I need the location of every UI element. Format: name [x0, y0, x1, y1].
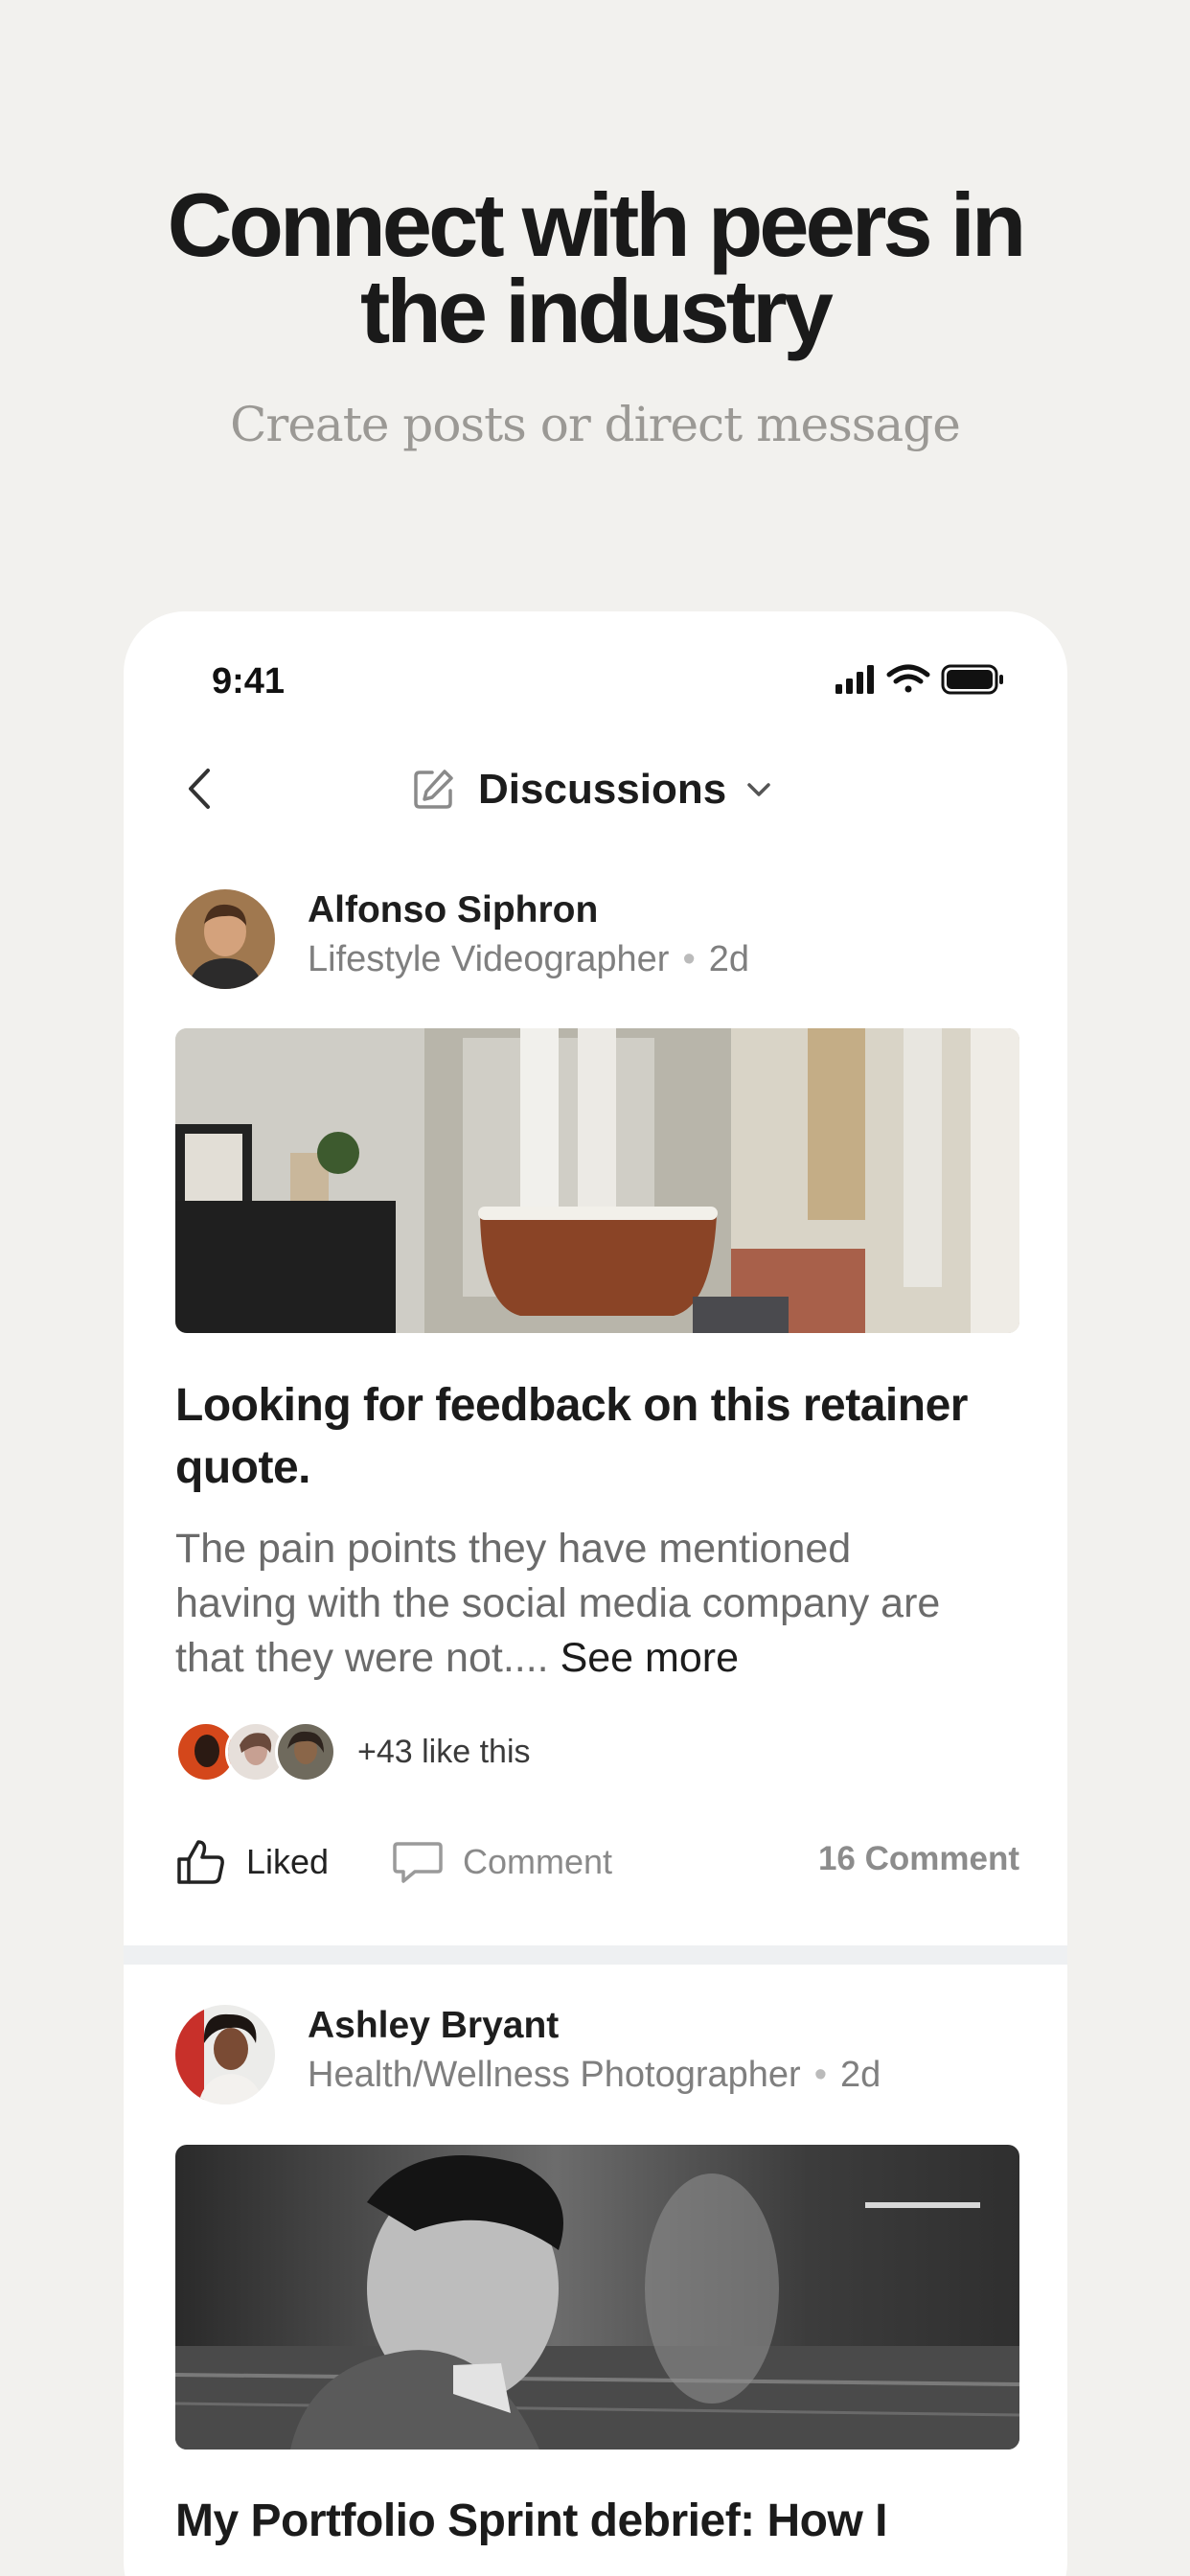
discussions-dropdown[interactable]: Discussions	[411, 755, 772, 824]
post-body: The pain points they have mentioned havi…	[175, 1522, 1019, 1686]
meta-separator: •	[813, 2055, 828, 2095]
back-icon	[189, 769, 210, 809]
post-divider	[124, 1945, 1067, 1965]
post-image-bathroom[interactable]	[175, 1028, 1019, 1333]
liker-avatar	[275, 1721, 336, 1782]
edit-icon	[414, 770, 453, 809]
like-button[interactable]: Liked	[175, 1834, 329, 1890]
battery-icon	[941, 664, 1003, 695]
marketing-headline: Connect with peers in the industry	[0, 174, 1190, 361]
comment-icon	[393, 1842, 443, 1883]
likes-summary[interactable]: +43 like this	[175, 1721, 531, 1782]
meta-separator: •	[682, 939, 696, 979]
onboarding-screen: Connect with peers in the industry Creat…	[0, 0, 1190, 2576]
author-role: Lifestyle Videographer	[308, 939, 670, 979]
status-time: 9:41	[212, 661, 286, 702]
post-body-line-3: that they were not.... See more	[175, 1631, 1019, 1686]
author-name[interactable]: Ashley Bryant	[308, 2005, 559, 2047]
marketing-subheadline: Create posts or direct message	[230, 397, 961, 452]
post-age: 2d	[708, 939, 750, 979]
thumbs-up-icon	[177, 1840, 224, 1884]
wifi-icon	[886, 664, 930, 693]
chevron-down-icon	[747, 783, 770, 796]
phone-mockup: 9:41 Discussions Alfonso Siphron Lifesty…	[124, 611, 1067, 2576]
post-title-line-1: My Portfolio Sprint debrief: How I	[175, 2496, 887, 2546]
author-meta: Health/Wellness Photographer • 2d	[308, 2055, 881, 2096]
post-body-line-3-text: that they were not....	[175, 1635, 549, 1681]
likes-count: +43 like this	[357, 1733, 531, 1770]
author-avatar[interactable]	[175, 889, 275, 989]
author-name[interactable]: Alfonso Siphron	[308, 889, 598, 932]
post-body-line-2: having with the social media company are	[175, 1580, 941, 1626]
post-title-line-1: Looking for feedback on this retainer	[175, 1380, 968, 1431]
headline-line-1: Connect with peers in	[167, 174, 1027, 275]
post-age: 2d	[840, 2055, 881, 2095]
comment-button[interactable]: Comment	[392, 1834, 612, 1890]
author-role: Health/Wellness Photographer	[308, 2055, 801, 2095]
post-title[interactable]: My Portfolio Sprint debrief: How I	[175, 2490, 1019, 2552]
comment-count[interactable]: 16 Comment	[818, 1840, 1019, 1878]
author-meta: Lifestyle Videographer • 2d	[308, 939, 749, 980]
post-title[interactable]: Looking for feedback on this retainer qu…	[175, 1374, 1019, 1499]
post-image-runner[interactable]	[175, 2145, 1019, 2450]
post-body-line-1: The pain points they have mentioned	[175, 1526, 852, 1572]
see-more-link[interactable]: See more	[561, 1635, 739, 1681]
comment-label: Comment	[463, 1842, 613, 1881]
back-button[interactable]	[185, 765, 216, 813]
headline-line-2: the industry	[360, 261, 834, 361]
signal-icon	[835, 665, 874, 694]
like-label: Liked	[246, 1842, 330, 1881]
post-title-line-2: quote.	[175, 1442, 310, 1493]
author-avatar[interactable]	[175, 2005, 275, 2104]
nav-title: Discussions	[478, 766, 727, 813]
status-icons	[835, 663, 1008, 696]
